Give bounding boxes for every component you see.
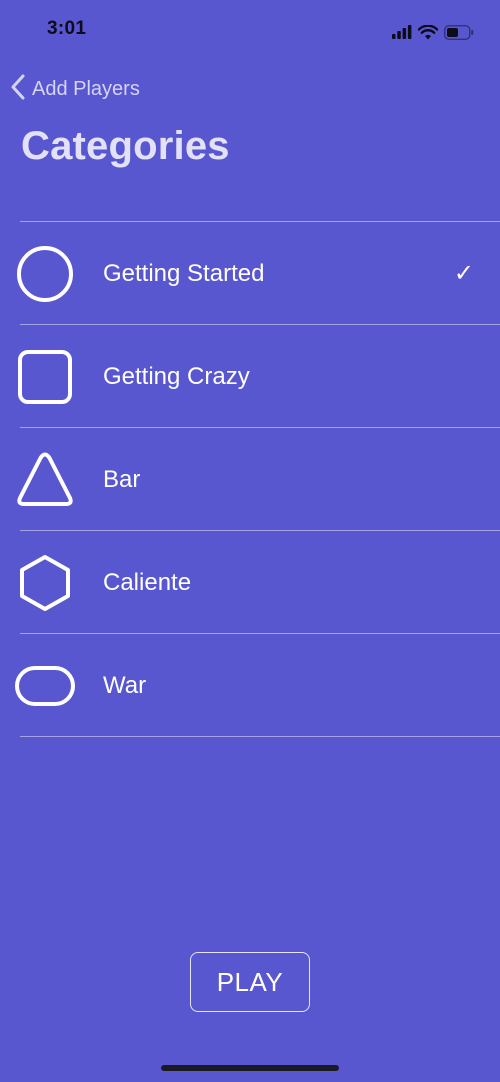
category-row-getting-started[interactable]: Getting Started ✓ [0, 222, 500, 325]
category-row-war[interactable]: War [0, 634, 500, 737]
square-icon [14, 346, 76, 408]
back-button[interactable]: Add Players [10, 73, 140, 105]
category-label: Getting Started [103, 260, 265, 287]
category-label: War [103, 672, 147, 699]
home-indicator[interactable] [161, 1065, 339, 1071]
back-button-label: Add Players [32, 77, 140, 100]
category-label: Bar [103, 466, 141, 493]
page-title: Categories [21, 124, 230, 168]
chevron-left-icon [10, 74, 26, 105]
status-icons [392, 21, 474, 43]
rounded-rectangle-icon [14, 655, 76, 717]
status-bar: 3:01 [0, 0, 500, 60]
status-time: 3:01 [47, 18, 87, 39]
category-label: Caliente [103, 569, 192, 596]
category-row-getting-crazy[interactable]: Getting Crazy [0, 325, 500, 428]
category-label: Getting Crazy [103, 363, 250, 390]
checkmark-icon: ✓ [453, 260, 474, 287]
hexagon-icon [14, 552, 76, 614]
triangle-icon [14, 449, 76, 511]
category-row-caliente[interactable]: Caliente [0, 531, 500, 634]
circle-icon [14, 243, 76, 305]
battery-icon [444, 24, 474, 40]
cellular-signal-icon [392, 25, 412, 39]
category-row-bar[interactable]: Bar [0, 428, 500, 531]
play-button[interactable]: PLAY [190, 952, 310, 1012]
row-divider [20, 736, 500, 737]
wifi-icon [418, 24, 438, 40]
